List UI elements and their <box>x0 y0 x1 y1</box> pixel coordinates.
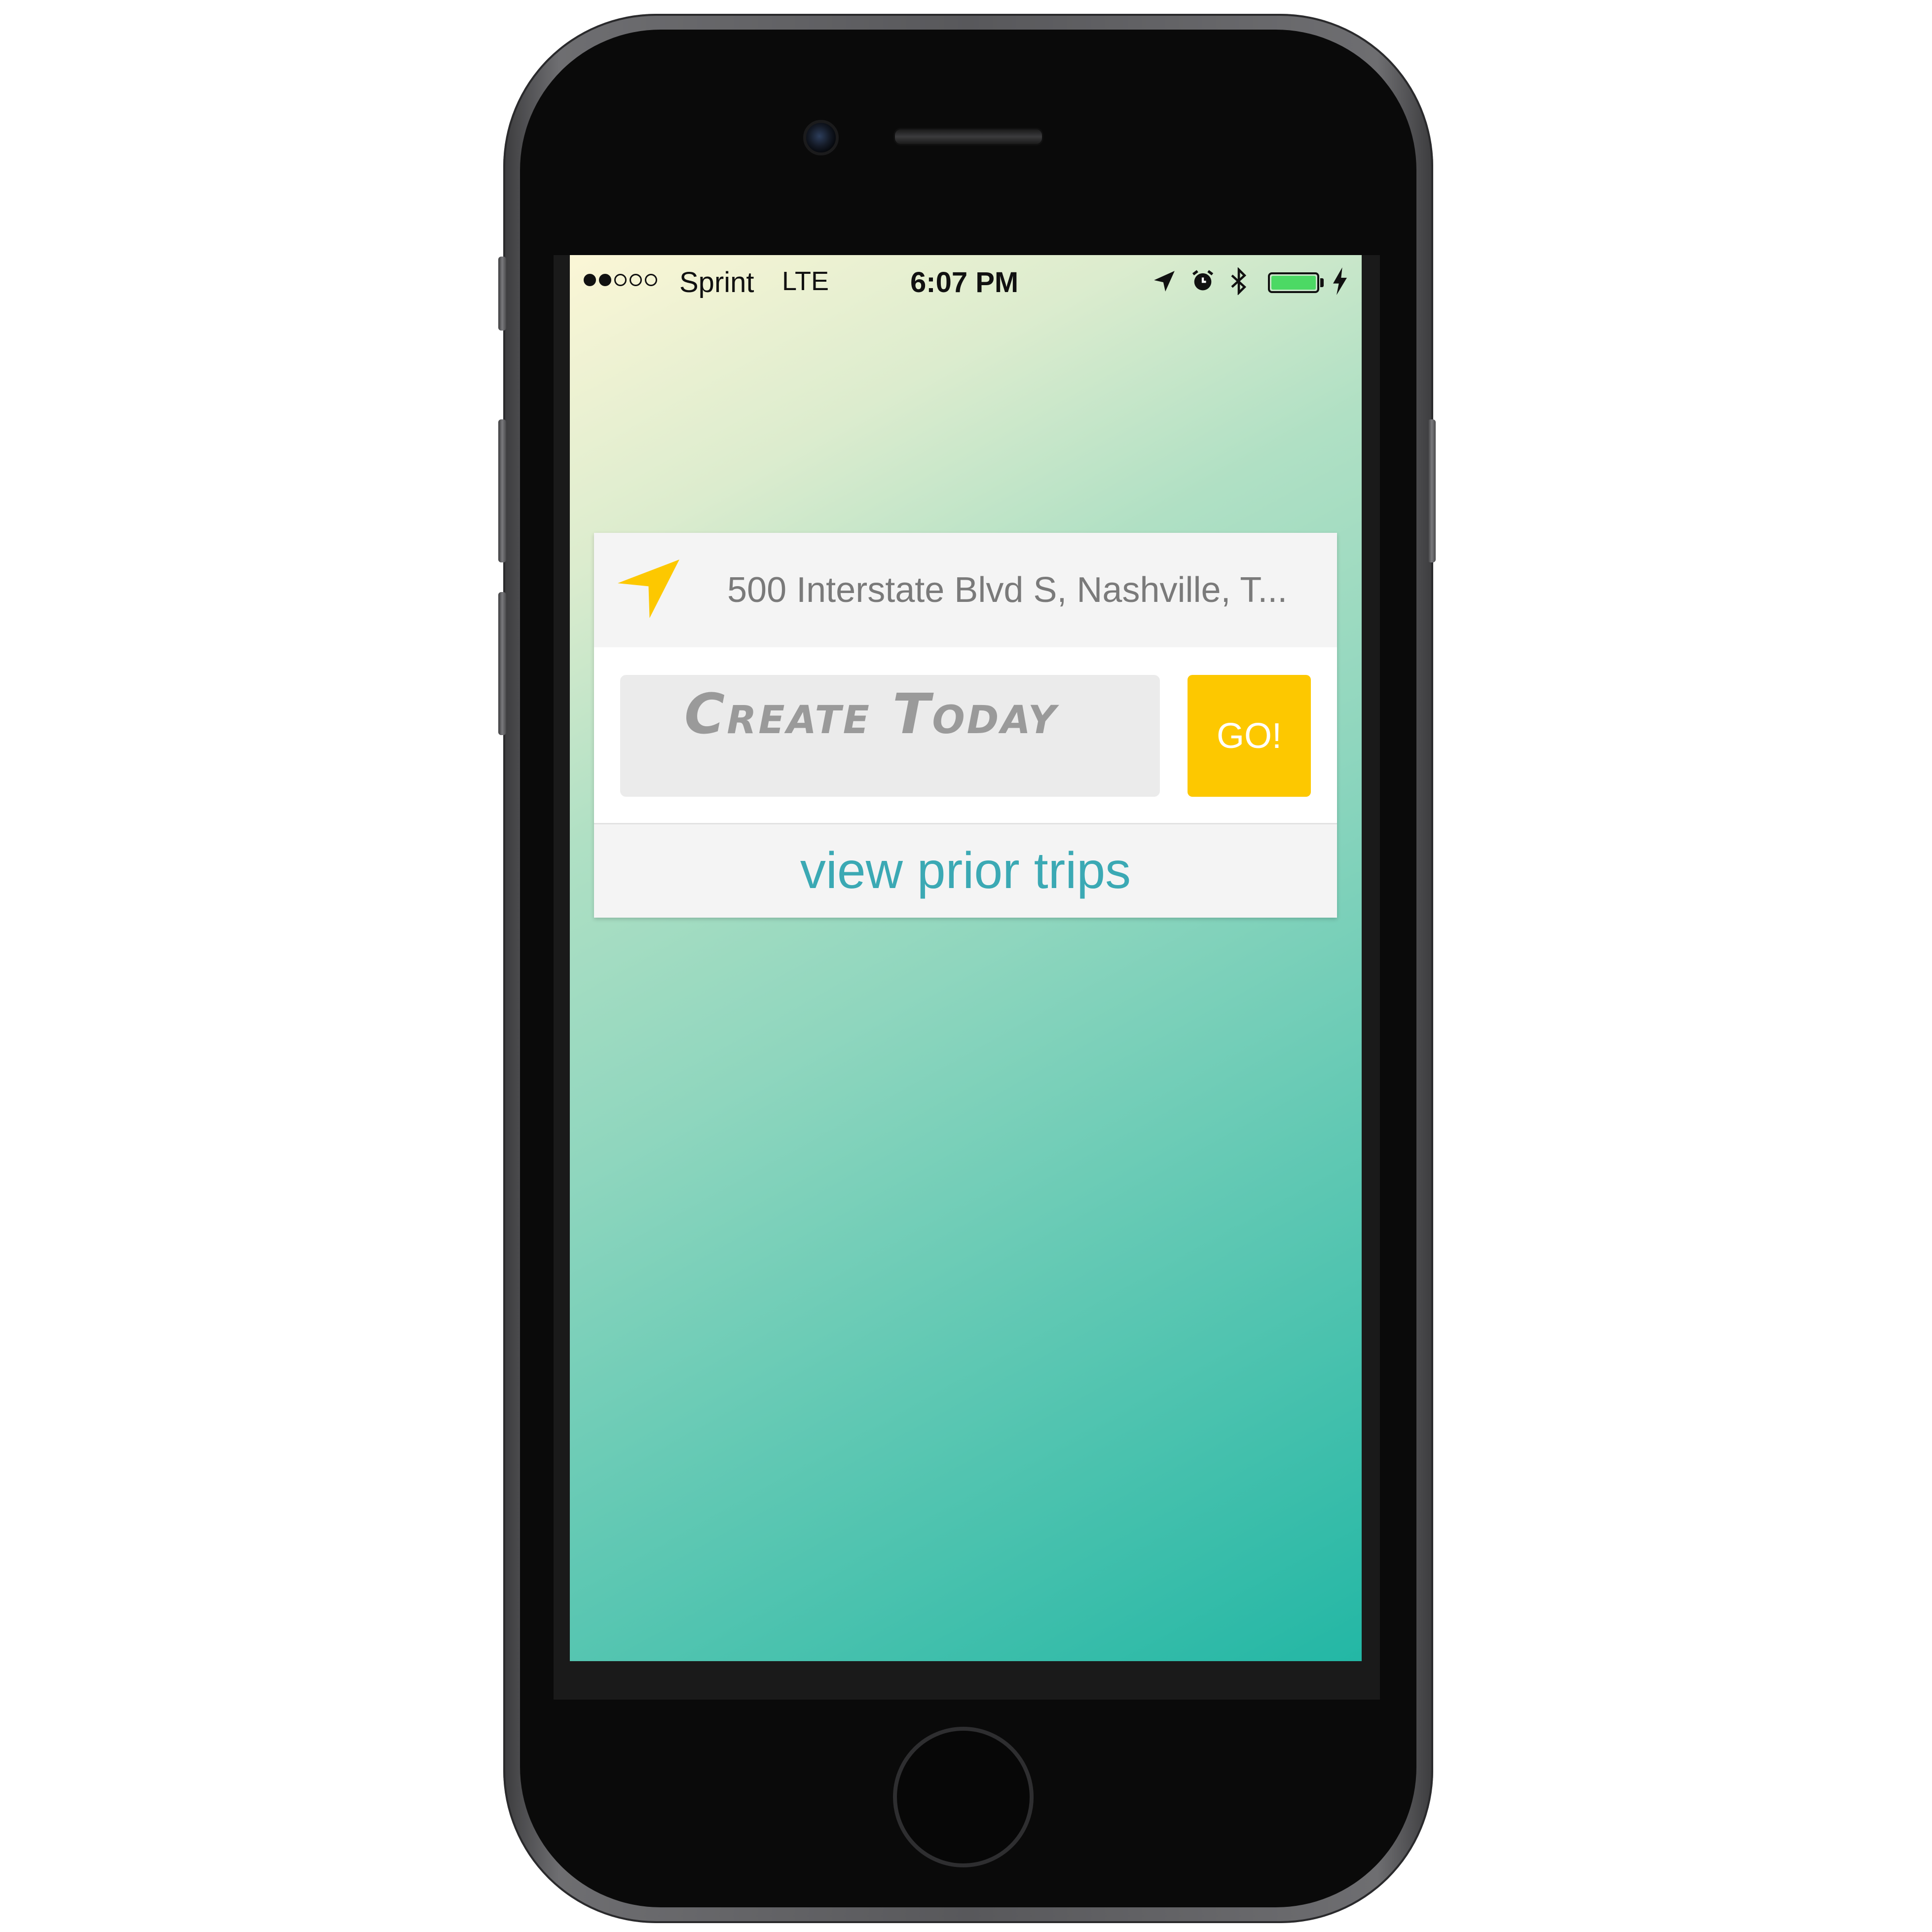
trip-card: 500 Interstate Blvd S, Nashville, T... C… <box>594 533 1337 918</box>
volume-down-button <box>498 592 506 735</box>
location-arrow-icon <box>1152 267 1177 300</box>
signal-strength-icon <box>584 274 657 286</box>
status-time: 6:07 PM <box>910 266 1019 298</box>
signal-dot <box>614 274 627 286</box>
battery-level <box>1271 276 1316 290</box>
trip-name-input[interactable]: Create Today <box>620 675 1160 797</box>
bluetooth-icon <box>1228 267 1249 302</box>
network-type: LTE <box>782 266 829 296</box>
view-prior-trips-link[interactable]: view prior trips <box>594 824 1337 918</box>
volume-up-button <box>498 419 506 562</box>
device-mockup: Sprint LTE 6:07 PM 500 Interstate Blvd S… <box>0 0 1932 1932</box>
battery-icon <box>1268 272 1319 293</box>
mute-switch <box>498 257 506 331</box>
current-address: 500 Interstate Blvd S, Nashville, T... <box>727 570 1288 610</box>
alarm-icon <box>1190 267 1216 300</box>
front-camera <box>803 120 839 155</box>
location-arrow-icon <box>618 557 679 622</box>
current-location-row[interactable]: 500 Interstate Blvd S, Nashville, T... <box>594 533 1337 647</box>
earpiece-speaker <box>893 128 1043 146</box>
go-button[interactable]: GO! <box>1188 675 1311 797</box>
signal-dot <box>599 274 611 286</box>
signal-dot <box>630 274 642 286</box>
home-button[interactable] <box>893 1727 1034 1867</box>
status-bar: Sprint LTE 6:07 PM <box>570 255 1362 304</box>
charging-bolt-icon <box>1332 267 1348 302</box>
power-button <box>1428 419 1436 562</box>
signal-dot <box>584 274 596 286</box>
app-screen: Sprint LTE 6:07 PM 500 Interstate Blvd S… <box>570 255 1362 1661</box>
battery-tip <box>1320 278 1324 287</box>
signal-dot <box>645 274 657 286</box>
carrier-name: Sprint <box>679 266 754 298</box>
trip-name-placeholder: Create Today <box>684 682 1058 746</box>
